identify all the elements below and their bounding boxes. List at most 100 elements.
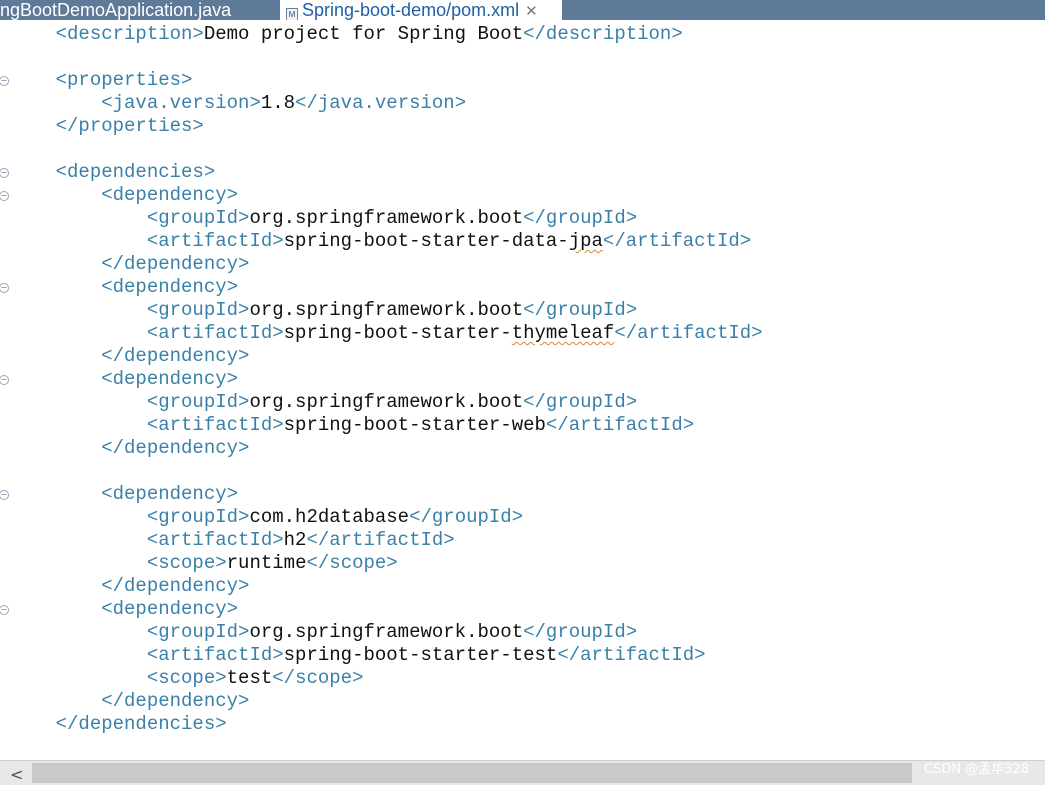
code-line[interactable]: <artifactId>spring-boot-starter-web</art…	[10, 414, 763, 437]
xml-text-value: h2	[283, 529, 307, 551]
fold-toggle-icon[interactable]: −	[0, 375, 9, 385]
fold-toggle-icon[interactable]: −	[0, 76, 9, 86]
code-line[interactable]	[10, 460, 763, 483]
xml-open-tag: <artifactId>	[146, 322, 284, 344]
xml-open-tag: <artifactId>	[146, 230, 284, 252]
horizontal-scrollbar[interactable]: <	[0, 760, 1045, 785]
fold-toggle-icon[interactable]: −	[0, 191, 9, 201]
spelling-warning: jpa	[568, 230, 603, 252]
xml-open-tag: <java.version>	[101, 92, 261, 114]
tab-pom-xml[interactable]: M Spring-boot-demo/pom.xml ✕	[280, 0, 562, 20]
xml-text-value: spring-boot-starter-data-jpa	[283, 230, 603, 252]
code-line[interactable]: <description>Demo project for Spring Boo…	[10, 23, 763, 46]
code-line[interactable]: <dependency>	[10, 184, 763, 207]
xml-close-tag: </groupId>	[523, 391, 638, 413]
fold-toggle-icon[interactable]: −	[0, 490, 9, 500]
xml-close-tag: </dependencies>	[55, 713, 227, 735]
xml-close-tag: </groupId>	[523, 207, 638, 229]
code-line[interactable]: <groupId>org.springframework.boot</group…	[10, 207, 763, 230]
fold-toggle-icon[interactable]: −	[0, 283, 9, 293]
code-line[interactable]: <artifactId>spring-boot-starter-thymelea…	[10, 322, 763, 345]
editor-tab-bar: ringBootDemoApplication.java M Spring-boo…	[0, 0, 1045, 20]
tab-pom-xml-label: Spring-boot-demo/pom.xml	[302, 0, 520, 20]
code-line[interactable]: </dependency>	[10, 690, 763, 713]
xml-text-value: spring-boot-starter-web	[283, 414, 546, 436]
tab-application-java-label: ringBootDemoApplication.java	[0, 0, 232, 20]
code-line[interactable]	[10, 138, 763, 161]
xml-open-tag: <dependency>	[101, 368, 239, 390]
xml-open-tag: <dependency>	[101, 598, 239, 620]
xml-open-tag: <artifactId>	[146, 414, 284, 436]
fold-toggle-icon[interactable]: −	[0, 605, 9, 615]
code-line[interactable]: </properties>	[10, 115, 763, 138]
scroll-left-icon[interactable]: <	[10, 765, 23, 784]
xml-text-value: test	[226, 667, 273, 689]
xml-close-tag: </artifactId>	[557, 644, 706, 666]
xml-close-tag: </artifactId>	[545, 414, 695, 436]
code-line[interactable]: <dependency>	[10, 483, 763, 506]
xml-open-tag: <artifactId>	[146, 644, 284, 666]
code-line[interactable]: <dependency>	[10, 598, 763, 621]
code-line[interactable]: <groupId>com.h2database</groupId>	[10, 506, 763, 529]
xml-text-value: 1.8	[260, 92, 296, 114]
code-line[interactable]: <artifactId>spring-boot-starter-test</ar…	[10, 644, 763, 667]
code-line[interactable]: <groupId>org.springframework.boot</group…	[10, 299, 763, 322]
xml-open-tag: <scope>	[146, 667, 227, 689]
fold-toggle-icon[interactable]: −	[0, 168, 9, 178]
code-line[interactable]: </dependencies>	[10, 713, 763, 736]
code-line[interactable]: </dependency>	[10, 437, 763, 460]
xml-open-tag: <groupId>	[146, 621, 250, 643]
code-line[interactable]: </dependency>	[10, 345, 763, 368]
xml-open-tag: <dependencies>	[55, 161, 216, 183]
code-line[interactable]: <dependency>	[10, 276, 763, 299]
code-line[interactable]: <groupId>org.springframework.boot</group…	[10, 391, 763, 414]
xml-text-value: runtime	[226, 552, 307, 574]
code-line[interactable]: <dependencies>	[10, 161, 763, 184]
xml-open-tag: <groupId>	[146, 391, 250, 413]
xml-text-value: spring-boot-starter-test	[283, 644, 558, 666]
xml-text-value: org.springframework.boot	[249, 391, 524, 413]
xml-close-tag: </artifactId>	[602, 230, 752, 252]
xml-close-tag: </dependency>	[101, 253, 250, 275]
xml-open-tag: <dependency>	[101, 184, 239, 206]
xml-text-value: org.springframework.boot	[249, 621, 524, 643]
xml-close-tag: </dependency>	[101, 437, 250, 459]
code-line[interactable]: <artifactId>spring-boot-starter-data-jpa…	[10, 230, 763, 253]
xml-open-tag: <artifactId>	[146, 529, 284, 551]
code-line[interactable]: <java.version>1.8</java.version>	[10, 92, 763, 115]
code-line[interactable]: </dependency>	[10, 253, 763, 276]
code-line[interactable]: </dependency>	[10, 575, 763, 598]
code-line[interactable]: <scope>runtime</scope>	[10, 552, 763, 575]
xml-close-tag: </description>	[523, 23, 683, 45]
code-line[interactable]: <dependency>	[10, 368, 763, 391]
scrollbar-thumb[interactable]	[32, 763, 912, 783]
tab-application-java[interactable]: ringBootDemoApplication.java	[0, 0, 272, 20]
code-line[interactable]: <properties>	[10, 69, 763, 92]
close-tab-icon[interactable]: ✕	[525, 3, 538, 20]
code-line[interactable]: <groupId>org.springframework.boot</group…	[10, 621, 763, 644]
xml-open-tag: <groupId>	[146, 506, 250, 528]
code-line[interactable]: <scope>test</scope>	[10, 667, 763, 690]
xml-editor[interactable]: <description>Demo project for Spring Boo…	[10, 23, 763, 736]
xml-close-tag: </dependency>	[101, 345, 250, 367]
code-line[interactable]: <artifactId>h2</artifactId>	[10, 529, 763, 552]
xml-close-tag: </groupId>	[409, 506, 524, 528]
code-line[interactable]	[10, 46, 763, 69]
xml-close-tag: </groupId>	[523, 299, 638, 321]
